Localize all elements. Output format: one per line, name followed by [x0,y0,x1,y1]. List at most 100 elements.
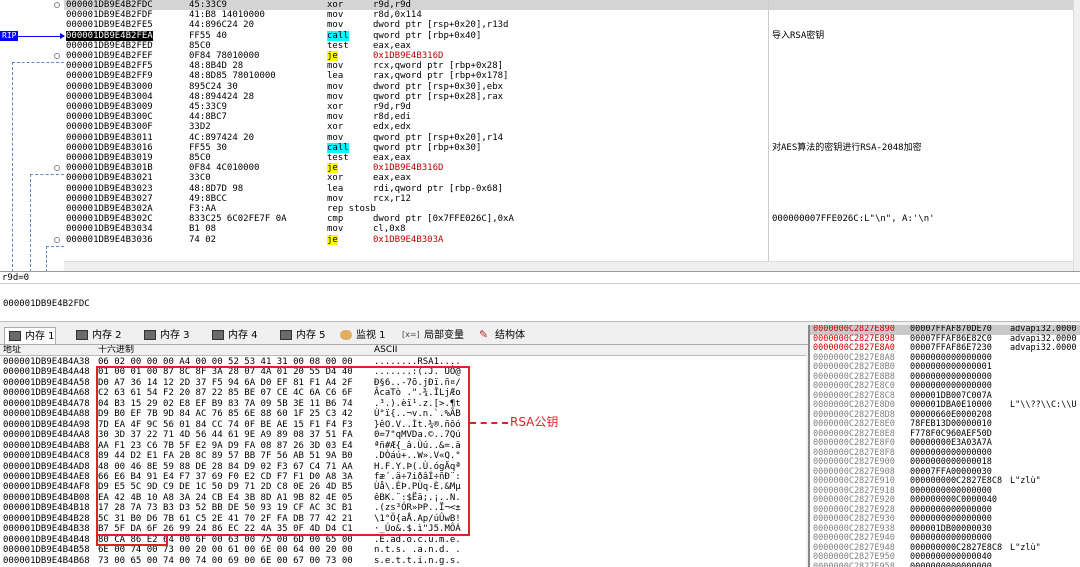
dump-row[interactable]: 000001DB9E4B4B68 73 00 65 00 74 00 74 00 … [0,556,470,566]
tab-memory[interactable]: 内存 5 [276,327,326,344]
instruction-operands: 0x1DB9E4B316D [373,51,444,61]
breakpoint-toggle-icon[interactable] [54,236,60,243]
instruction-row[interactable]: 000001DB9E4B2FF5 48:8B4D 28 mov rcx,qword p… [64,61,1074,71]
instruction-row[interactable]: 000001DB9E4B3023 48:8D7D 98 lea rdi,qword p… [64,184,1074,194]
tab-label: 内存 2 [92,330,122,341]
instruction-bytes: 33C0 [189,173,211,184]
dump-ascii: s.e.t.t.i.n.g.s. [374,555,461,566]
instruction-row[interactable]: 000001DB9E4B3000 895C24 30 mov dword ptr [r… [64,82,1074,92]
instruction-address: 000001DB9E4B302C [66,214,153,225]
dump-address: 000001DB9E4B4B08 [3,492,90,503]
jump-arrow-line [30,174,64,175]
dump-hex-bytes: 73 00 65 00 74 00 74 00 69 00 6E 00 67 0… [98,555,353,566]
memory-dump-view[interactable]: 地址 十六进制 ASCII 000001DB9E4B4A38 06 02 00 0… [0,345,806,567]
instruction-bytes: 44:896C24 20 [189,20,255,31]
dump-ascii: .Ê.âd.o.c.u.m.e. [374,534,461,545]
instruction-row[interactable]: 000001DB9E4B3004 48:894424 28 mov qword ptr… [64,92,1074,102]
instruction-row[interactable]: 000001DB9E4B302A F3:AA rep stosb [64,204,1074,214]
instruction-operands: r8d,0x114 [373,10,422,21]
watch-icon [340,330,352,340]
instruction-row[interactable]: 000001DB9E4B3034 B1 08 mov cl,0x8 [64,224,1074,234]
instruction-row[interactable]: 000001DB9E4B2FDF 41:B8 14010000 mov r8d,0x1… [64,10,1074,20]
dump-address: 000001DB9E4B4B68 [3,555,90,566]
instruction-row[interactable]: 000001DB9E4B301B 0F84 4C010000 je 0x1DB9E4B… [64,163,1074,174]
disasm-horizontal-scrollbar[interactable] [64,261,1073,271]
dump-address: 000001DB9E4B4B28 [3,513,90,524]
instruction-address: 000001DB9E4B2FF9 [66,71,153,82]
instruction-address: 000001DB9E4B2FEF [66,51,153,61]
tab-watch[interactable]: 监视 1 [336,327,386,344]
dump-header-ascii: ASCII [374,345,398,355]
instruction-row[interactable]: 000001DB9E4B3016 FF55 30 call qword ptr [rb… [64,142,1074,153]
instruction-bytes: 48:894424 28 [189,91,255,102]
stack-row[interactable]: 0000000C2827E958 0000000000000000 [810,562,1080,567]
instruction-mnemonic: rep stosb [327,204,376,214]
tab-local-vars[interactable]: [x=] 局部变量 [400,327,464,344]
dump-row[interactable]: 000001DB9E4B4B58 6E 00 74 00 73 00 20 00 … [0,545,470,555]
dump-address: 000001DB9E4B4AA8 [3,430,90,441]
dump-ascii: n.t.s. .a.n.d. . [374,545,461,556]
instruction-mnemonic: mov [327,224,344,235]
instruction-row[interactable]: 000001DB9E4B3011 4C:897424 20 mov qword ptr… [64,133,1074,143]
instruction-bytes: 33D2 [189,122,211,133]
instruction-mnemonic: mov [327,20,344,31]
instruction-mnemonic: lea [327,183,344,194]
breakpoint-toggle-icon[interactable] [54,2,60,8]
instruction-row[interactable]: 000001DB9E4B300C 44:8BC7 mov r8d,edi [64,112,1074,122]
instruction-row[interactable]: 000001DB9E4B2FEA FF55 40 call qword ptr [rb… [64,30,1074,41]
instruction-mnemonic: mov [327,112,344,123]
disassembly-view[interactable]: RIP 000001DB9E4B2FDC 45:33C9 xor r9d,r9d 000… [0,0,1080,272]
tab-memory[interactable]: 内存 2 [72,327,122,344]
tab-memory[interactable]: 内存 1 [4,327,56,344]
instruction-bytes: 44:8BC7 [189,112,227,123]
instruction-address: 000001DB9E4B2FED [66,40,153,51]
instruction-row[interactable]: 000001DB9E4B2FDC 45:33C9 xor r9d,r9d [64,0,1074,11]
instruction-row[interactable]: 000001DB9E4B2FE5 44:896C24 20 mov dword ptr… [64,20,1074,30]
instruction-row[interactable]: 000001DB9E4B2FEF 0F84 78010000 je 0x1DB9E4B… [64,51,1074,62]
dump-address: 000001DB9E4B4A68 [3,388,90,399]
tab-label: 内存 3 [160,330,190,341]
instruction-bytes: 49:8BCC [189,193,227,204]
instruction-mnemonic: mov [327,10,344,21]
instruction-operands: rcx,qword ptr [rbp+0x28] [373,61,504,72]
jump-gutter: RIP [0,0,65,271]
instruction-operands: 0x1DB9E4B303A [373,234,444,245]
dump-row[interactable]: 000001DB9E4B4B48 80 CA 86 E2 64 00 6F 00 … [0,535,470,545]
tab-struct[interactable]: ✎ 结构体 [475,327,525,344]
dump-address: 000001DB9E4B4B18 [3,503,90,514]
tab-memory[interactable]: 内存 3 [140,327,190,344]
instruction-row[interactable]: 000001DB9E4B302C 833C25 6C02FE7F 0A cmp dwo… [64,214,1074,224]
disasm-vertical-scrollbar[interactable] [1073,0,1080,271]
instruction-bytes: 45:33C9 [189,0,227,10]
stack-view[interactable]: 0000000C2827E890 00007FFAF870DE70 advapi32… [808,325,1080,567]
memory-icon [9,331,21,341]
instruction-operands: rax,qword ptr [rbp+0x178] [373,71,509,82]
instruction-row[interactable]: 000001DB9E4B3027 49:8BCC mov rcx,r12 [64,194,1074,204]
instruction-address: 000001DB9E4B3034 [66,224,153,235]
instruction-bytes: 833C25 6C02FE7F 0A [189,214,287,225]
instruction-address: 000001DB9E4B3016 [66,142,153,153]
instruction-address: 000001DB9E4B3000 [66,81,153,92]
instruction-mnemonic: call [327,142,349,153]
instruction-mnemonic: je [327,234,338,245]
breakpoint-toggle-icon[interactable] [54,165,60,172]
instruction-bytes: 0F84 4C010000 [189,163,260,174]
comment-column-divider [768,0,769,271]
jump-arrow-line [12,62,64,63]
instruction-row[interactable]: 000001DB9E4B2FF9 48:8D85 78010000 lea rax,q… [64,71,1074,81]
instruction-row[interactable]: 000001DB9E4B2FED 85C0 test eax,eax [64,41,1074,51]
instruction-mnemonic: lea [327,71,344,82]
instruction-row[interactable]: 000001DB9E4B3019 85C0 test eax,eax [64,153,1074,163]
instruction-mnemonic: je [327,163,338,174]
breakpoint-toggle-icon[interactable] [54,53,60,59]
instruction-bytes: F3:AA [189,204,217,214]
tab-memory[interactable]: 内存 4 [208,327,258,344]
instruction-row[interactable]: 000001DB9E4B3009 45:33C9 xor r9d,r9d [64,102,1074,112]
instruction-mnemonic: mov [327,193,344,204]
instruction-row[interactable]: 000001DB9E4B300F 33D2 xor edx,edx [64,122,1074,132]
instruction-row[interactable]: 000001DB9E4B3036 74 02 je 0x1DB9E4B303A [64,234,1074,245]
instruction-row[interactable]: 000001DB9E4B3021 33C0 xor eax,eax [64,173,1074,183]
instruction-mnemonic: xor [327,122,344,133]
instruction-mnemonic: xor [327,173,344,184]
stack-comment: L"zlù" [1010,542,1041,553]
